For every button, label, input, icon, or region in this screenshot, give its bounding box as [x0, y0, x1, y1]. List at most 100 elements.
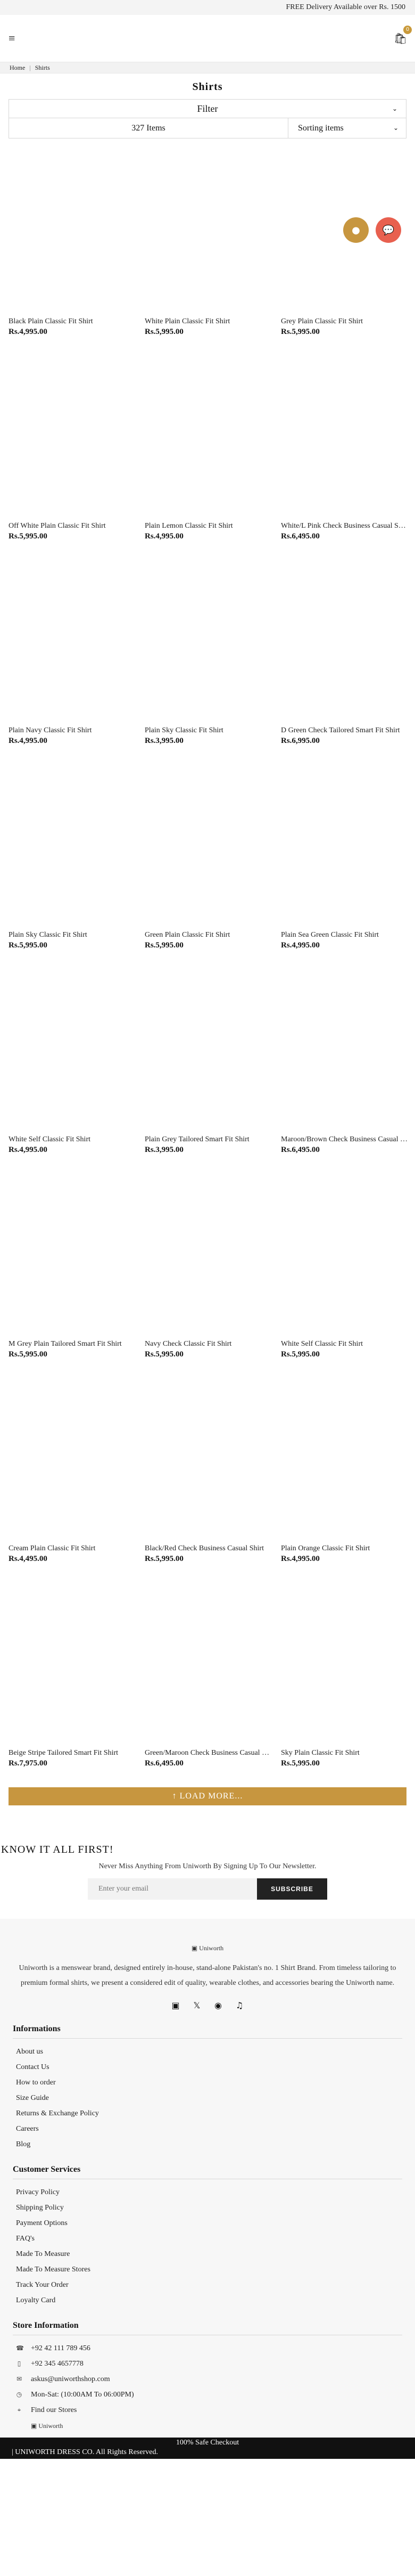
store-info-row[interactable]: ✉ askus@uniworthshop.com	[16, 2371, 402, 2387]
product-price: Rs.4,995.00	[145, 532, 184, 541]
listing-toolbar: 327 Items Sorting items ⌄	[9, 118, 406, 138]
product-card[interactable]: White/L Pink Check Business Casual Shirt…	[281, 344, 409, 549]
informations-link[interactable]: Contact Us	[16, 2059, 402, 2075]
product-name[interactable]: Black/Red Check Business Casual Shirt	[145, 1544, 272, 1553]
product-card[interactable]: Plain Orange Classic Fit Shirt Rs.4,995.0…	[281, 1367, 409, 1571]
product-name[interactable]: Navy Check Classic Fit Shirt	[145, 1340, 272, 1348]
newsletter-title: KNOW IT ALL FIRST!	[1, 1844, 114, 1855]
store-info-row[interactable]: ◷ Mon-Sat: (10:00AM To 06:00PM)	[16, 2387, 402, 2402]
product-card[interactable]: Sky Plain Classic Fit Shirt Rs.5,995.00	[281, 1571, 409, 1776]
product-name[interactable]: Plain Sky Classic Fit Shirt	[9, 931, 136, 939]
chevron-down-icon: ⌄	[392, 104, 397, 112]
product-name[interactable]: Cream Plain Classic Fit Shirt	[9, 1544, 136, 1553]
product-price: Rs.6,995.00	[281, 737, 320, 745]
product-name[interactable]: Beige Stripe Tailored Smart Fit Shirt	[9, 1749, 136, 1757]
product-name[interactable]: Black Plain Classic Fit Shirt	[9, 317, 136, 326]
informations-link[interactable]: About us	[16, 2044, 402, 2059]
store-info-text: +92 345 4657778	[31, 2360, 84, 2368]
product-price: Rs.6,495.00	[281, 1146, 320, 1154]
breadcrumb-home-link[interactable]: Home	[10, 64, 25, 72]
product-card[interactable]: D Green Check Tailored Smart Fit Shirt Rs…	[281, 549, 409, 753]
store-info-row[interactable]: ⌖ Find our Stores	[16, 2402, 402, 2418]
product-name[interactable]: Plain Sea Green Classic Fit Shirt	[281, 931, 409, 939]
product-card[interactable]: Black/Red Check Business Casual Shirt Rs.…	[145, 1367, 272, 1571]
customer-services-link[interactable]: Shipping Policy	[16, 2200, 402, 2215]
product-price: Rs.5,995.00	[281, 328, 320, 336]
customer-services-link[interactable]: Loyalty Card	[16, 2293, 402, 2308]
load-more-button[interactable]: ↑ LOAD MORE...	[9, 1787, 406, 1805]
hamburger-icon[interactable]: ≡	[9, 31, 21, 45]
sort-select[interactable]: Sorting items ⌄	[288, 118, 406, 138]
subscribe-button[interactable]: SUBSCRIBE	[257, 1878, 327, 1900]
product-card[interactable]: Plain Lemon Classic Fit Shirt Rs.4,995.00	[145, 344, 272, 549]
product-name[interactable]: White Self Classic Fit Shirt	[9, 1135, 136, 1144]
informations-link[interactable]: Returns & Exchange Policy	[16, 2106, 402, 2121]
product-price: Rs.5,995.00	[145, 1350, 184, 1359]
product-card[interactable]: Cream Plain Classic Fit Shirt Rs.4,495.00	[9, 1367, 136, 1571]
customer-services-link[interactable]: Made To Measure Stores	[16, 2262, 402, 2277]
product-name[interactable]: M Grey Plain Tailored Smart Fit Shirt	[9, 1340, 136, 1348]
product-card[interactable]: White Self Classic Fit Shirt Rs.5,995.00	[281, 1162, 409, 1367]
product-card[interactable]: White Self Classic Fit Shirt Rs.4,995.00	[9, 958, 136, 1162]
informations-link[interactable]: Careers	[16, 2121, 402, 2137]
product-name[interactable]: White/L Pink Check Business Casual Shirt	[281, 522, 409, 530]
product-name[interactable]: White Self Classic Fit Shirt	[281, 1340, 409, 1348]
product-name[interactable]: Plain Sky Classic Fit Shirt	[145, 726, 272, 735]
product-card[interactable]: Plain Sea Green Classic Fit Shirt Rs.4,99…	[281, 753, 409, 958]
customer-services-link[interactable]: Track Your Order	[16, 2277, 402, 2293]
tiktok-icon[interactable]: ♫	[235, 2000, 244, 2010]
product-name[interactable]: White Plain Classic Fit Shirt	[145, 317, 272, 326]
coin-icon: ●	[352, 224, 360, 236]
instagram-icon[interactable]: ◉	[213, 2000, 223, 2010]
clock-icon: ◷	[16, 2391, 22, 2398]
product-card[interactable]: M Grey Plain Tailored Smart Fit Shirt Rs.…	[9, 1162, 136, 1367]
email-icon: ✉	[16, 2375, 22, 2383]
product-card[interactable]: Plain Navy Classic Fit Shirt Rs.4,995.00	[9, 549, 136, 753]
store-information-list: ☎ +92 42 111 789 456 ▯ +92 345 4657778 ✉ asku…	[13, 2341, 402, 2418]
product-price: Rs.5,995.00	[145, 941, 184, 950]
product-card[interactable]: Navy Check Classic Fit Shirt Rs.5,995.00	[145, 1162, 272, 1367]
brand-about-text: Uniworth is a menswear brand, designed e…	[19, 1964, 396, 1987]
product-name[interactable]: Maroon/Brown Check Business Casual Shirt	[281, 1135, 409, 1144]
twitter-icon[interactable]: 𝕏	[192, 2000, 202, 2010]
customer-services-link[interactable]: Privacy Policy	[16, 2185, 402, 2200]
informations-link[interactable]: Blog	[16, 2137, 402, 2152]
customer-services-link[interactable]: Payment Options	[16, 2215, 402, 2231]
filter-toggle[interactable]: Filter ⌄	[9, 99, 406, 118]
product-card[interactable]: Plain Sky Classic Fit Shirt Rs.3,995.00	[145, 549, 272, 753]
customer-services-link[interactable]: FAQ's	[16, 2231, 402, 2246]
product-name[interactable]: Plain Orange Classic Fit Shirt	[281, 1544, 409, 1553]
email-field[interactable]	[88, 1878, 257, 1900]
product-card[interactable]: Off White Plain Classic Fit Shirt Rs.5,99…	[9, 344, 136, 549]
product-price: Rs.6,495.00	[145, 1759, 184, 1768]
product-card[interactable]: Beige Stripe Tailored Smart Fit Shirt Rs.…	[9, 1571, 136, 1776]
product-card[interactable]: Black Plain Classic Fit Shirt Rs.4,995.00	[9, 140, 136, 344]
informations-link[interactable]: Size Guide	[16, 2090, 402, 2106]
product-card[interactable]: Plain Sky Classic Fit Shirt Rs.5,995.00	[9, 753, 136, 958]
informations-links: About us Contact Us How to order Size Guide…	[13, 2044, 402, 2152]
product-name[interactable]: Plain Lemon Classic Fit Shirt	[145, 522, 272, 530]
product-card[interactable]: Green/Maroon Check Business Casual Shirt…	[145, 1571, 272, 1776]
cart-button[interactable]: 🛍 0	[394, 25, 412, 45]
product-name[interactable]: Plain Navy Classic Fit Shirt	[9, 726, 136, 735]
informations-link[interactable]: How to order	[16, 2075, 402, 2090]
product-card[interactable]: Green Plain Classic Fit Shirt Rs.5,995.00	[145, 753, 272, 958]
store-information-heading: Store Information	[13, 2321, 79, 2330]
chat-float-button[interactable]: 💬	[376, 217, 401, 243]
product-name[interactable]: D Green Check Tailored Smart Fit Shirt	[281, 726, 409, 735]
product-price: Rs.4,495.00	[9, 1555, 47, 1563]
product-name[interactable]: Sky Plain Classic Fit Shirt	[281, 1749, 409, 1757]
product-name[interactable]: Green Plain Classic Fit Shirt	[145, 931, 272, 939]
product-name[interactable]: Plain Grey Tailored Smart Fit Shirt	[145, 1135, 272, 1144]
product-card[interactable]: Maroon/Brown Check Business Casual Shirt…	[281, 958, 409, 1162]
customer-services-link[interactable]: Made To Measure	[16, 2246, 402, 2262]
product-name[interactable]: Green/Maroon Check Business Casual Shirt	[145, 1749, 272, 1757]
facebook-icon[interactable]: ▣	[171, 2000, 180, 2010]
social-links: ▣ 𝕏 ◉ ♫	[13, 2000, 402, 2010]
chat-icon: 💬	[382, 224, 395, 236]
product-name[interactable]: Off White Plain Classic Fit Shirt	[9, 522, 136, 530]
loyalty-float-button[interactable]: ●	[343, 217, 369, 243]
product-name[interactable]: Grey Plain Classic Fit Shirt	[281, 317, 409, 326]
product-card[interactable]: Plain Grey Tailored Smart Fit Shirt Rs.3,…	[145, 958, 272, 1162]
product-card[interactable]: White Plain Classic Fit Shirt Rs.5,995.00	[145, 140, 272, 344]
